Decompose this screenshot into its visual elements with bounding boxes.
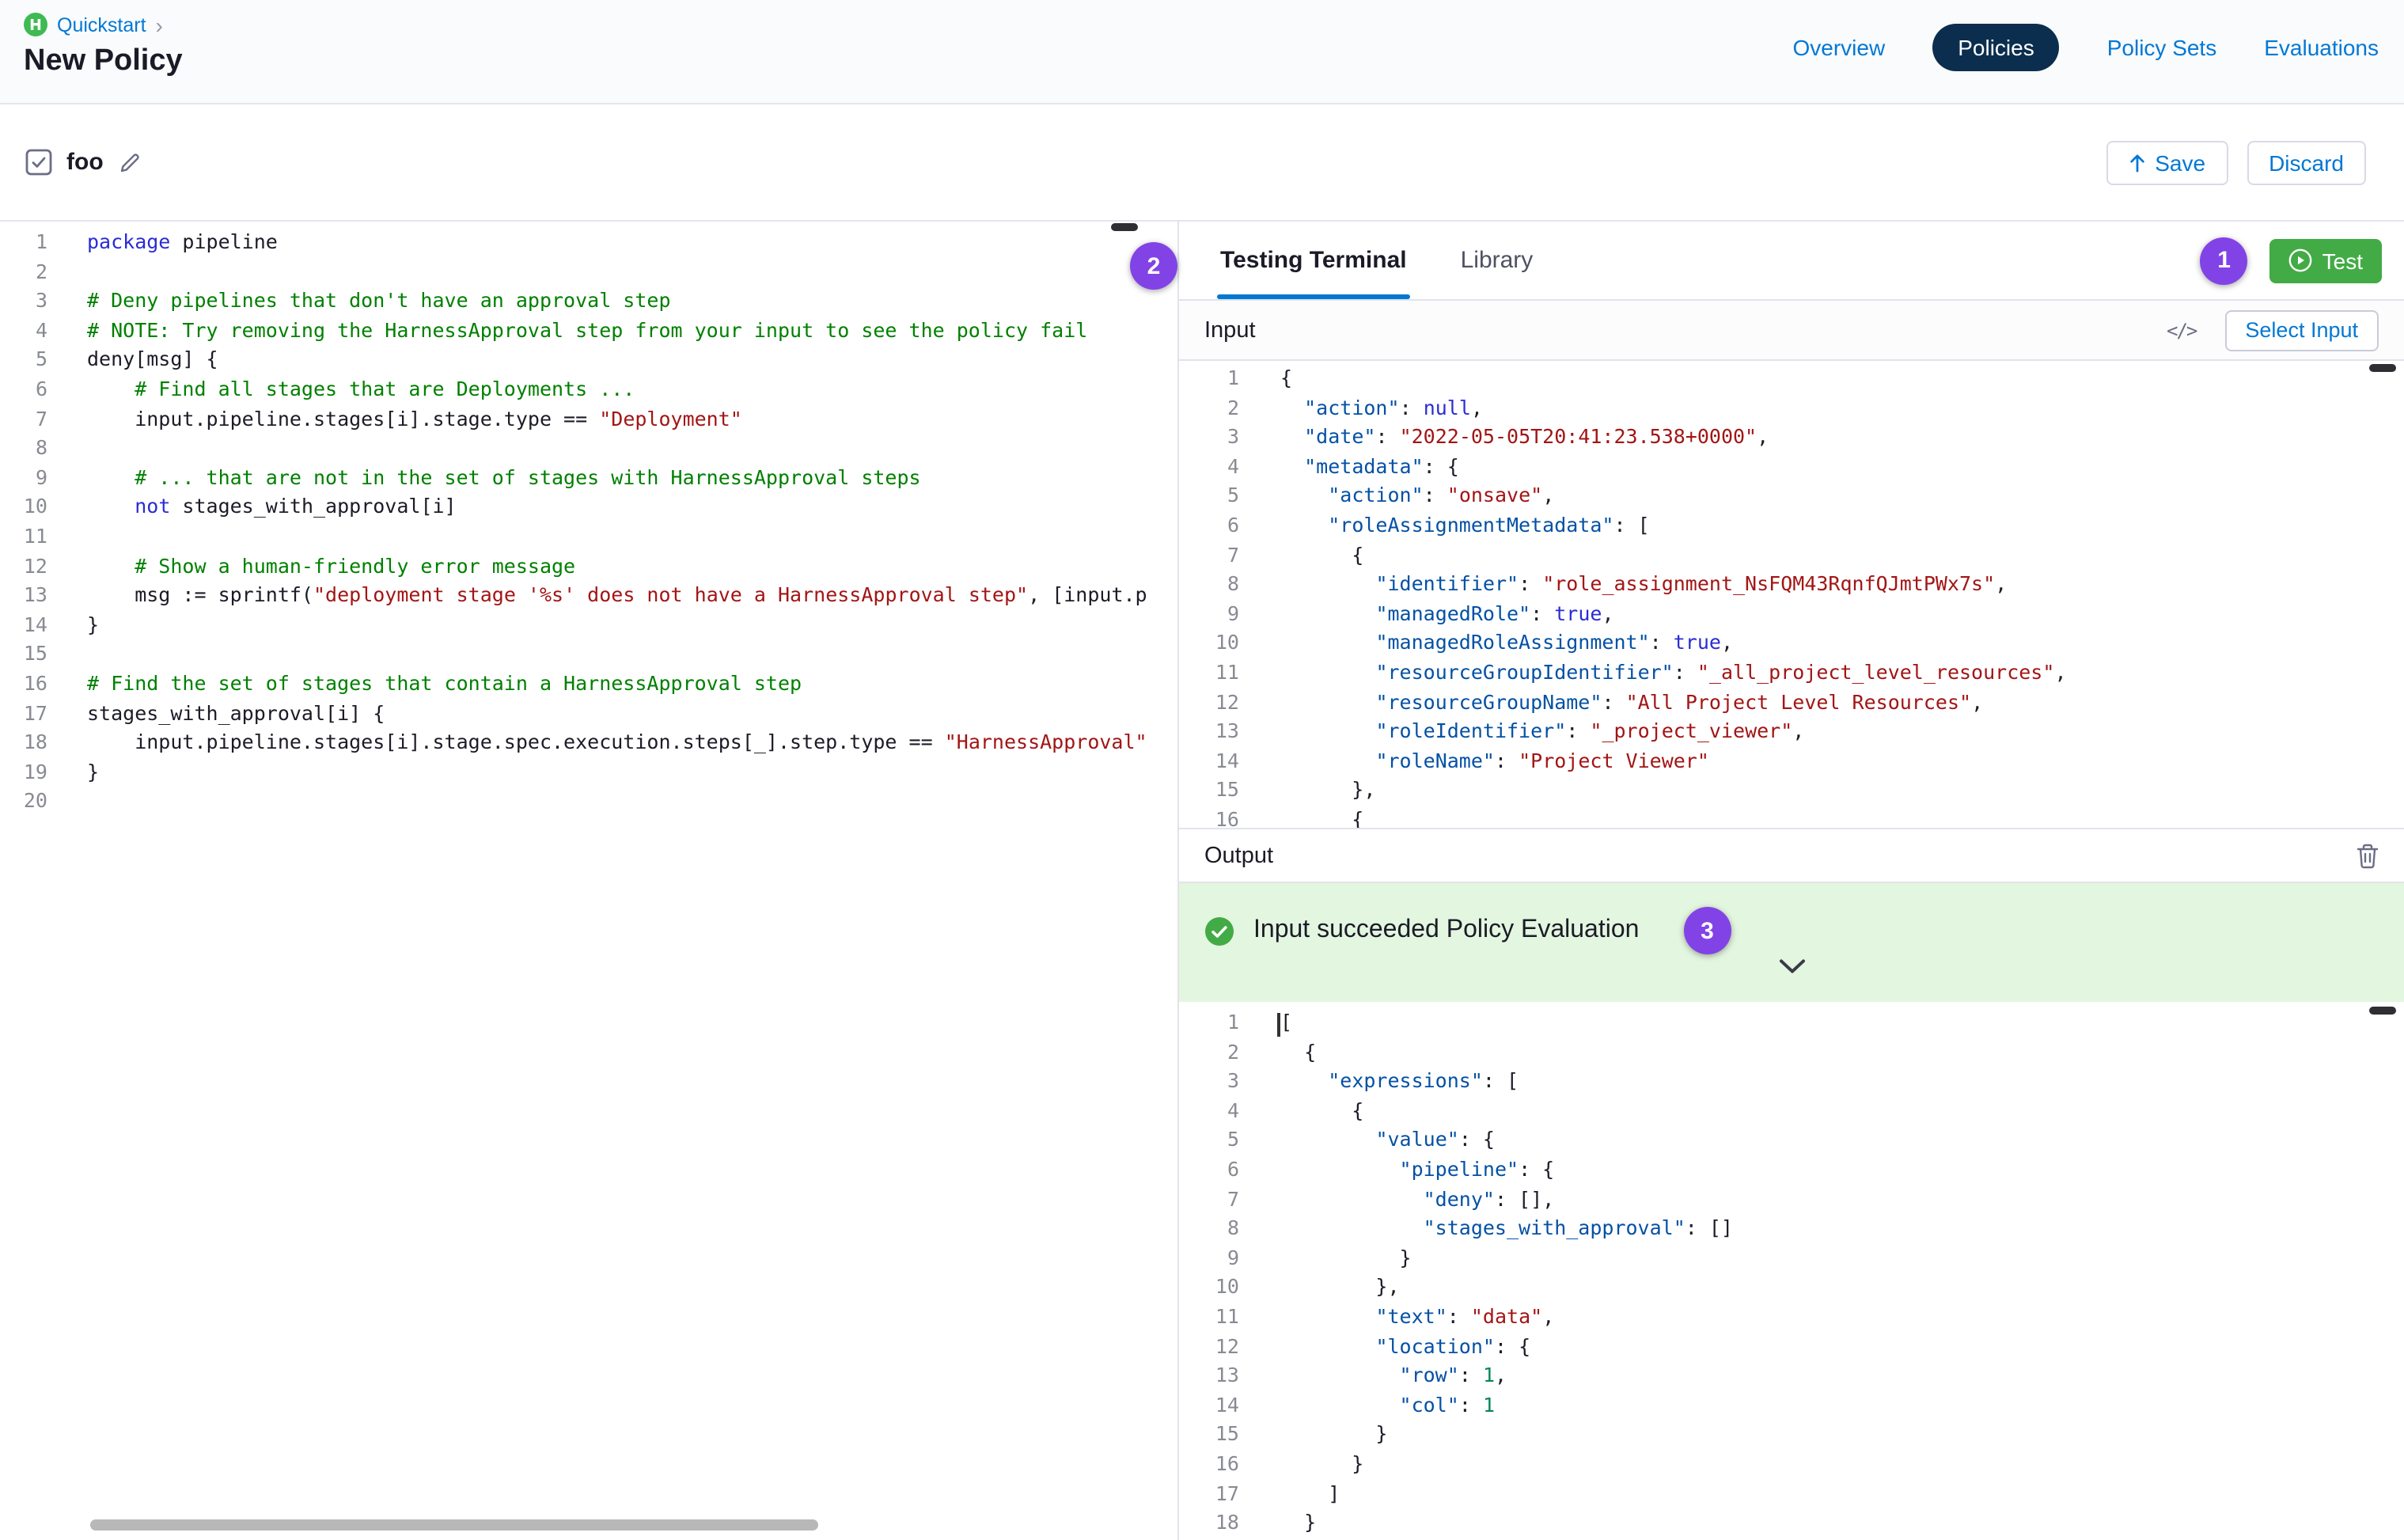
annotation-badge-1: 1 [2201, 237, 2248, 284]
input-section-title: Input [1204, 317, 1256, 343]
main-content: 1234567891011121314151617181920 package … [0, 222, 2404, 1540]
save-button[interactable]: Save [2106, 140, 2228, 184]
output-scroll-marker[interactable] [2369, 1007, 2396, 1015]
output-editor-line-numbers: 12345678910111213141516171819 [1179, 1008, 1239, 1540]
save-button-label: Save [2155, 150, 2205, 175]
select-input-button[interactable]: Select Input [2224, 309, 2379, 351]
nav-policy-sets[interactable]: Policy Sets [2107, 35, 2217, 60]
annotation-badge-3: 3 [1683, 907, 1731, 954]
input-section-header: Input </> Select Input [1179, 301, 2404, 361]
policy-code-editor[interactable]: 1234567891011121314151617181920 package … [0, 222, 1177, 1540]
play-circle-icon [2289, 248, 2313, 272]
text-cursor [1277, 1013, 1280, 1037]
chevron-right-icon: › [156, 13, 163, 36]
testing-panel: 2 Testing Terminal Library 1 Test Input [1179, 222, 2404, 1540]
discard-button-label: Discard [2269, 150, 2344, 175]
horizontal-scrollbar[interactable] [90, 1519, 818, 1531]
edit-pencil-icon[interactable] [119, 151, 142, 173]
breadcrumb-project-link[interactable]: Quickstart [57, 13, 146, 36]
nav-overview[interactable]: Overview [1793, 35, 1886, 60]
page-header: Quickstart › New Policy Overview Policie… [0, 0, 2404, 104]
policy-editor-pane: 1234567891011121314151617181920 package … [0, 222, 1179, 1540]
policy-editor-line-numbers: 1234567891011121314151617181920 [0, 228, 47, 817]
evaluation-success-banner: Input succeeded Policy Evaluation 3 [1179, 883, 2404, 1002]
output-section-title: Output [1204, 843, 1273, 868]
test-button[interactable]: Test [2270, 238, 2382, 283]
policy-checkbox-icon [25, 149, 52, 176]
chevron-down-icon[interactable] [1778, 959, 1805, 975]
output-section-header: Output [1179, 828, 2404, 883]
input-editor-wrap: 12345678910111213141516 { "action": null… [1179, 361, 2404, 828]
arrow-up-icon [2128, 153, 2145, 172]
input-scroll-marker[interactable] [2369, 364, 2396, 372]
success-check-icon [1204, 916, 1234, 946]
top-navigation: Overview Policies Policy Sets Evaluation… [1793, 24, 2379, 71]
output-json-editor[interactable]: 12345678910111213141516171819 [ { "expre… [1179, 1002, 2404, 1540]
test-button-label: Test [2322, 248, 2363, 273]
policy-name: foo [66, 149, 104, 176]
harness-logo-icon [24, 13, 47, 36]
trash-icon[interactable] [2357, 843, 2379, 868]
input-editor-code[interactable]: { "action": null, "date": "2022-05-05T20… [1239, 364, 2404, 828]
nav-evaluations[interactable]: Evaluations [2264, 35, 2379, 60]
success-message: Input succeeded Policy Evaluation [1253, 916, 1639, 945]
nav-policies-active[interactable]: Policies [1932, 24, 2060, 71]
output-editor-wrap: 12345678910111213141516171819 [ { "expre… [1179, 1002, 2404, 1540]
input-editor-line-numbers: 12345678910111213141516 [1179, 364, 1239, 828]
policy-toolbar: foo Save Discard [0, 104, 2404, 222]
tab-testing-terminal[interactable]: Testing Terminal [1217, 222, 1410, 299]
input-json-editor[interactable]: 12345678910111213141516 { "action": null… [1179, 361, 2404, 828]
tab-library[interactable]: Library [1458, 222, 1537, 299]
output-editor-code[interactable]: [ { "expressions": [ { "value": { "pipel… [1239, 1008, 2404, 1540]
code-view-icon[interactable]: </> [2167, 319, 2196, 341]
policy-editor-code[interactable]: package pipeline # Deny pipelines that d… [47, 228, 1177, 817]
panel-tab-bar: Testing Terminal Library 1 Test [1179, 222, 2404, 301]
editor-scroll-marker[interactable] [1111, 223, 1138, 231]
discard-button[interactable]: Discard [2247, 140, 2366, 184]
annotation-badge-2: 2 [1130, 242, 1177, 290]
